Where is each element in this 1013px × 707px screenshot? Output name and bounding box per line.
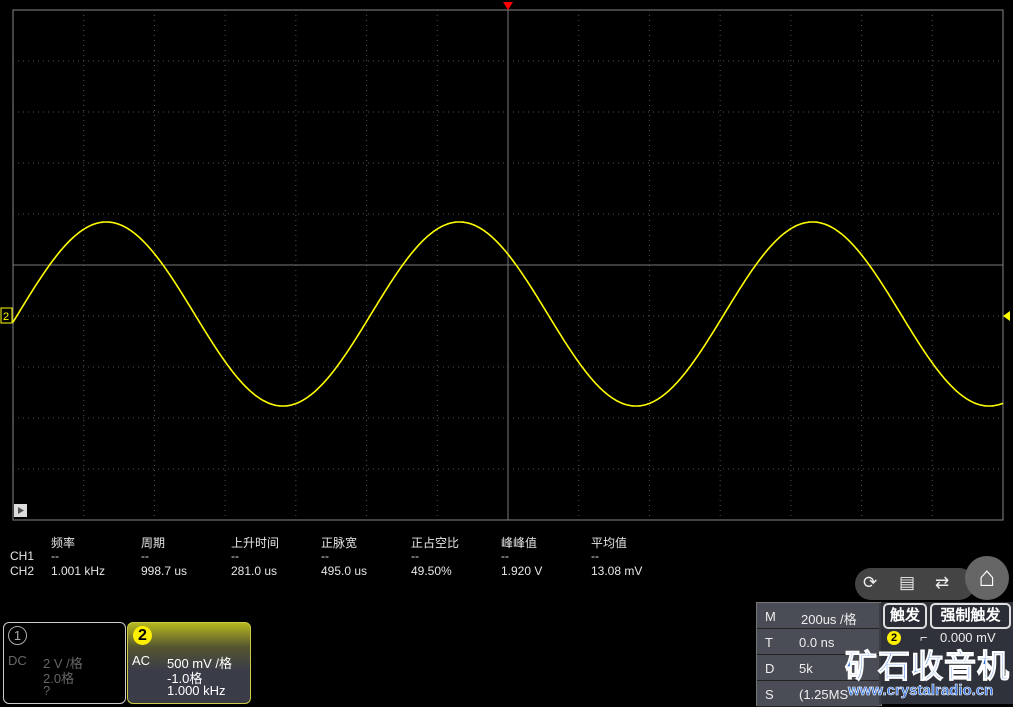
cell: --: [231, 549, 239, 563]
ch2-badge: 2: [133, 626, 152, 645]
row-label: CH1: [10, 549, 35, 563]
cell: --: [411, 549, 419, 563]
home-button[interactable]: ⌂: [965, 556, 1009, 600]
tb-s-value: (1.25MS: [799, 687, 849, 702]
tb-d-label: D: [765, 661, 775, 676]
cell: 1.920 V: [501, 564, 543, 578]
cell: 495.0 us: [321, 564, 368, 578]
ch1-panel[interactable]: 1 DC 2 V /格 2.0格 ?: [3, 622, 126, 704]
tb-m-value: 200us /格: [801, 612, 857, 627]
ch2-marker-label: 2: [3, 311, 9, 323]
ch1-coupling: DC: [8, 653, 27, 668]
cell: --: [591, 549, 599, 563]
trigger-level-marker[interactable]: [1003, 311, 1010, 321]
tb-t-value: 0.0 ns: [799, 635, 835, 650]
ch1-freq: ?: [43, 683, 51, 698]
cell: 1.001 kHz: [51, 564, 106, 578]
tb-d-value: 5k: [799, 661, 813, 676]
cell: 13.08 mV: [591, 564, 643, 578]
trigger-button[interactable]: 触发: [883, 603, 927, 629]
row-label: CH2: [10, 564, 35, 578]
toolbar: ⟳ ▤ ⇄: [855, 568, 975, 600]
cell: --: [321, 549, 329, 563]
tb-m-label: M: [765, 609, 776, 624]
ch2-freq: 1.000 kHz: [167, 683, 226, 698]
cell: 998.7 us: [141, 564, 188, 578]
waveform-display[interactable]: 2: [0, 0, 1013, 530]
ch2-panel[interactable]: 2 AC 500 mV /格 -1.0格 1.000 kHz: [127, 622, 251, 704]
ch2-coupling: AC: [132, 653, 151, 668]
home-icon: ⌂: [978, 561, 996, 592]
tb-s-label: S: [765, 687, 774, 702]
switch-window-icon[interactable]: ⇄: [935, 573, 949, 593]
cell: 49.50%: [411, 564, 452, 578]
tb-t-label: T: [765, 635, 773, 650]
cell: 281.0 us: [231, 564, 278, 578]
watermark-title: 矿石收音机: [844, 648, 1011, 685]
force-trigger-button[interactable]: 强制触发: [930, 603, 1011, 629]
home-refresh-icon[interactable]: ⟳: [863, 573, 877, 593]
watermark-url: www.crystalradio.cn: [848, 682, 994, 700]
save-icon[interactable]: ▤: [899, 573, 915, 593]
trigger-position-marker[interactable]: [503, 2, 513, 10]
cell: --: [501, 549, 509, 563]
cell: --: [51, 549, 59, 563]
cell: --: [141, 549, 149, 563]
ch1-badge: 1: [8, 626, 27, 645]
